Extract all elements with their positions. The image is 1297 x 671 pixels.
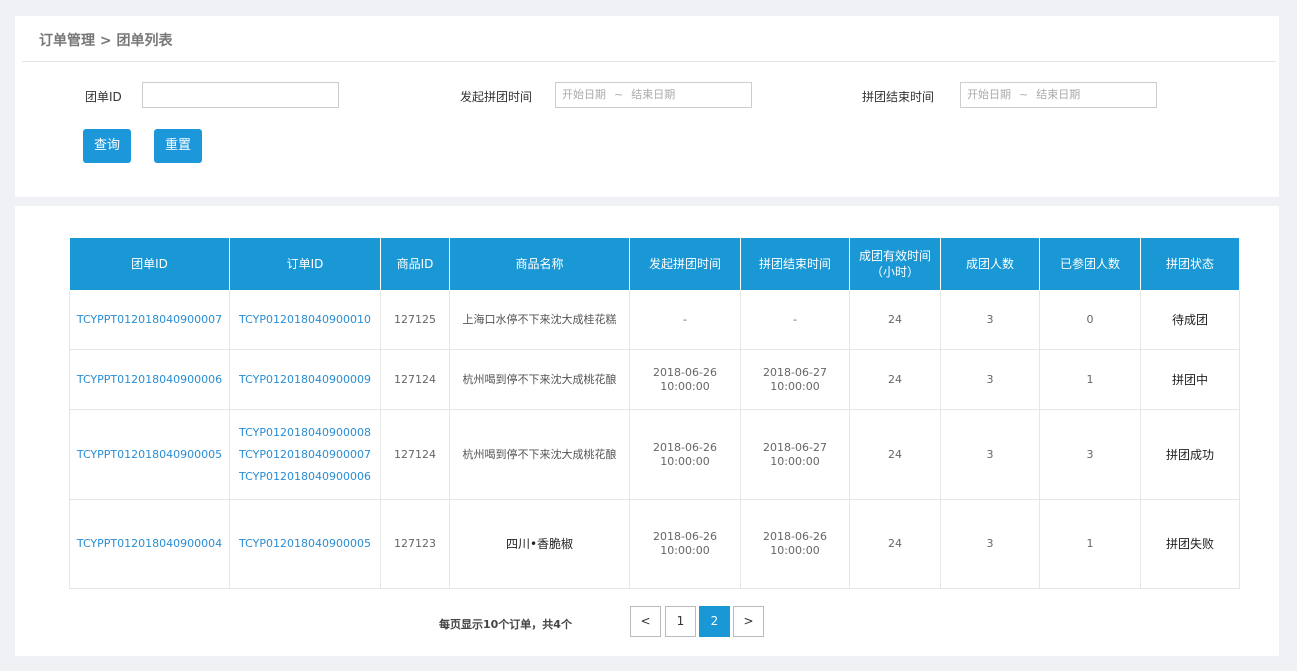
start-time-cell: 2018-06-26 10:00:00 [629, 409, 741, 500]
joined-count-cell: 3 [1039, 409, 1141, 500]
order-id-link[interactable]: TCYP012018040900009 [230, 369, 380, 391]
col-header-end-time: 拼团结束时间 [740, 237, 850, 291]
end-clock: 10:00:00 [770, 544, 820, 557]
end-time-range-from: 开始日期 [967, 88, 1011, 101]
start-clock: 10:00:00 [660, 544, 710, 557]
start-time-range-to: 结束日期 [631, 88, 676, 101]
start-clock: 10:00:00 [660, 454, 710, 468]
pagination-info: 每页显示10个订单，共4个 [439, 618, 572, 631]
required-count-cell: 3 [940, 499, 1040, 589]
required-count-cell: 3 [940, 290, 1040, 350]
status-cell: 拼团中 [1140, 349, 1240, 410]
col-header-product-id: 商品ID [380, 237, 450, 291]
status-cell: 待成团 [1140, 290, 1240, 350]
end-clock: 10:00:00 [770, 454, 820, 468]
group-id-input[interactable] [142, 82, 339, 108]
next-page-button[interactable]: > [733, 606, 764, 637]
filter-panel: 订单管理 > 团单列表 团单ID 发起拼团时间 开始日期 ~ 结束日期 拼团结束时间… [15, 16, 1279, 197]
product-id-cell: 127125 [380, 290, 450, 350]
results-panel: 团单ID 订单ID 商品ID 商品名称 发起拼团时间 拼团结束时间 成团有效时间… [15, 206, 1279, 656]
reset-button[interactable]: 重置 [154, 129, 202, 163]
group-id-link[interactable]: TCYPPT012018040900007 [69, 290, 230, 350]
end-time-cell: 2018-06-26 10:00:00 [740, 499, 850, 589]
col-header-status: 拼团状态 [1140, 237, 1240, 291]
order-id-link[interactable]: TCYP012018040900010 [230, 309, 380, 331]
col-header-group-id: 团单ID [69, 237, 230, 291]
group-id-link[interactable]: TCYPPT012018040900004 [69, 499, 230, 589]
group-id-label: 团单ID [85, 90, 122, 104]
joined-count-cell: 0 [1039, 290, 1141, 350]
range-separator: ~ [1019, 88, 1029, 101]
status-cell: 拼团失败 [1140, 499, 1240, 589]
product-name-cell: 四川•香脆椒 [449, 499, 630, 589]
col-header-product-name: 商品名称 [449, 237, 630, 291]
start-time-cell: - [629, 290, 741, 350]
end-date: - [793, 313, 797, 326]
order-id-link[interactable]: TCYP012018040900005 [230, 533, 380, 555]
col-header-valid-hours: 成团有效时间（小时） [849, 237, 941, 291]
prev-page-button[interactable]: < [630, 606, 661, 637]
status-cell: 拼团成功 [1140, 409, 1240, 500]
product-id-cell: 127124 [380, 349, 450, 410]
divider [22, 61, 1276, 62]
end-time-range-input[interactable]: 开始日期 ~ 结束日期 [960, 82, 1157, 108]
product-name-cell: 上海口水停不下来沈大成桂花糕 [449, 290, 630, 350]
end-time-cell: 2018-06-27 10:00:00 [740, 409, 850, 500]
start-time-range-from: 开始日期 [562, 88, 606, 101]
end-date: 2018-06-26 [763, 530, 827, 543]
col-header-joined-count: 已参团人数 [1039, 237, 1141, 291]
start-date: - [683, 313, 687, 326]
page-button-2[interactable]: 2 [699, 606, 730, 637]
start-date: 2018-06-26 [653, 365, 717, 379]
order-id-link[interactable]: TCYP012018040900006 [230, 466, 380, 488]
breadcrumb: 订单管理 > 团单列表 [39, 33, 173, 49]
order-id-cell: TCYP012018040900008 TCYP012018040900007 … [229, 409, 381, 500]
col-header-required-count: 成团人数 [940, 237, 1040, 291]
order-id-cell: TCYP012018040900009 [229, 349, 381, 410]
order-id-link[interactable]: TCYP012018040900007 [230, 444, 380, 466]
table-row: TCYPPT012018040900006 TCYP01201804090000… [69, 349, 1240, 410]
end-time-range-to: 结束日期 [1036, 88, 1081, 101]
table-row: TCYPPT012018040900005 TCYP01201804090000… [69, 409, 1240, 500]
group-id-link[interactable]: TCYPPT012018040900005 [69, 409, 230, 500]
col-header-order-id: 订单ID [229, 237, 381, 291]
start-time-label: 发起拼团时间 [460, 90, 533, 104]
product-id-cell: 127123 [380, 499, 450, 589]
query-button[interactable]: 查询 [83, 129, 131, 163]
start-date: 2018-06-26 [653, 530, 717, 543]
valid-hours-cell: 24 [849, 499, 941, 589]
start-time-range-input[interactable]: 开始日期 ~ 结束日期 [555, 82, 752, 108]
required-count-cell: 3 [940, 349, 1040, 410]
start-time-cell: 2018-06-26 10:00:00 [629, 349, 741, 410]
table-header-row: 团单ID 订单ID 商品ID 商品名称 发起拼团时间 拼团结束时间 成团有效时间… [69, 237, 1240, 291]
start-time-cell: 2018-06-26 10:00:00 [629, 499, 741, 589]
joined-count-cell: 1 [1039, 349, 1141, 410]
end-time-label: 拼团结束时间 [862, 90, 935, 104]
end-time-cell: - [740, 290, 850, 350]
range-separator: ~ [614, 88, 624, 101]
end-clock: 10:00:00 [770, 379, 820, 393]
valid-hours-cell: 24 [849, 409, 941, 500]
valid-hours-cell: 24 [849, 349, 941, 410]
required-count-cell: 3 [940, 409, 1040, 500]
end-time-cell: 2018-06-27 10:00:00 [740, 349, 850, 410]
joined-count-cell: 1 [1039, 499, 1141, 589]
product-name-cell: 杭州喝到停不下来沈大成桃花酿 [449, 409, 630, 500]
group-orders-table: 团单ID 订单ID 商品ID 商品名称 发起拼团时间 拼团结束时间 成团有效时间… [69, 237, 1240, 589]
group-id-link[interactable]: TCYPPT012018040900006 [69, 349, 230, 410]
order-id-cell: TCYP012018040900005 [229, 499, 381, 589]
table-row: TCYPPT012018040900004 TCYP01201804090000… [69, 499, 1240, 589]
valid-hours-cell: 24 [849, 290, 941, 350]
start-date: 2018-06-26 [653, 440, 717, 454]
product-name-cell: 杭州喝到停不下来沈大成桃花酿 [449, 349, 630, 410]
start-clock: 10:00:00 [660, 379, 710, 393]
product-id-cell: 127124 [380, 409, 450, 500]
col-header-start-time: 发起拼团时间 [629, 237, 741, 291]
end-date: 2018-06-27 [763, 440, 827, 454]
order-id-link[interactable]: TCYP012018040900008 [230, 422, 380, 444]
end-date: 2018-06-27 [763, 365, 827, 379]
table-row: TCYPPT012018040900007 TCYP01201804090001… [69, 290, 1240, 350]
page-button-1[interactable]: 1 [665, 606, 696, 637]
order-id-cell: TCYP012018040900010 [229, 290, 381, 350]
